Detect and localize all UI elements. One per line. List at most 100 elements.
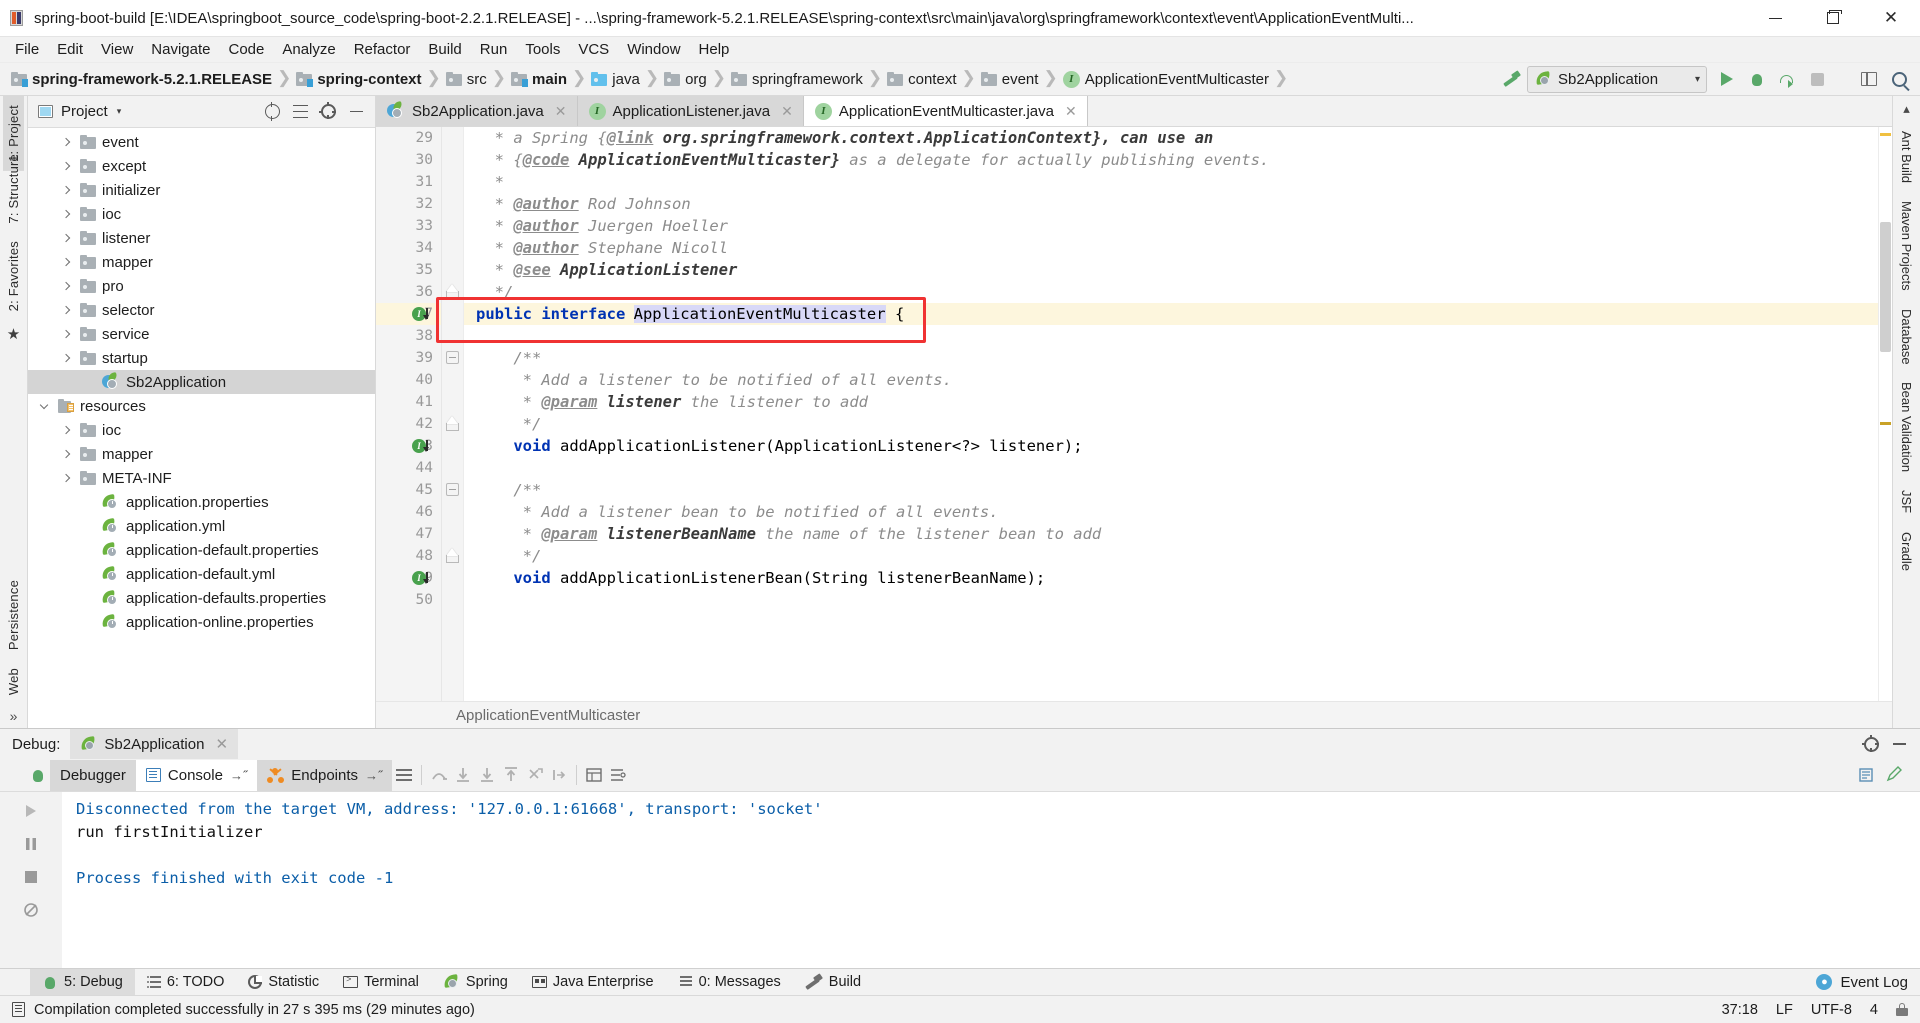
editor-tab-applicationeventmulticaster[interactable]: I ApplicationEventMulticaster.java ✕: [803, 96, 1088, 126]
menu-code[interactable]: Code: [219, 38, 273, 62]
mute-breakpoints-button[interactable]: [16, 895, 46, 925]
fold-slot[interactable]: [442, 193, 463, 215]
code-line[interactable]: /**: [464, 347, 1878, 369]
console-output[interactable]: Disconnected from the target VM, address…: [62, 792, 1920, 968]
caret-position[interactable]: 37:18: [1722, 1002, 1758, 1018]
code-line[interactable]: *: [464, 171, 1878, 193]
breadcrumb-item-9[interactable]: I ApplicationEventMulticaster: [1060, 66, 1272, 92]
fold-slot[interactable]: [442, 215, 463, 237]
gutter-line-number[interactable]: 36: [376, 281, 441, 303]
hide-panel-button[interactable]: [343, 99, 369, 125]
implementation-marker-icon[interactable]: I: [412, 439, 439, 454]
tree-item[interactable]: service: [28, 322, 375, 346]
breadcrumb-item-1[interactable]: spring-context: [293, 66, 424, 92]
step-out-button[interactable]: [499, 763, 523, 787]
chevron-down-icon[interactable]: ▾: [117, 106, 122, 117]
fold-slot[interactable]: [442, 413, 463, 435]
tree-item[interactable]: startup: [28, 346, 375, 370]
run-to-cursor-button[interactable]: [547, 763, 571, 787]
menu-file[interactable]: File: [6, 38, 48, 62]
code-line[interactable]: */: [464, 413, 1878, 435]
gutter-line-number[interactable]: 46: [376, 501, 441, 523]
gutter-line-number[interactable]: 41: [376, 391, 441, 413]
sidebar-item-web[interactable]: Web: [3, 659, 24, 704]
gutter-line-number[interactable]: 49I: [376, 567, 441, 589]
chevron-right-icon[interactable]: [60, 185, 74, 195]
menu-tools[interactable]: Tools: [516, 38, 569, 62]
pause-program-button[interactable]: [16, 829, 46, 859]
fold-slot[interactable]: [442, 171, 463, 193]
tree-item[interactable]: META-INF: [28, 466, 375, 490]
fold-slot[interactable]: [442, 479, 463, 501]
fold-slot[interactable]: [442, 237, 463, 259]
stop-program-button[interactable]: [16, 862, 46, 892]
sidebar-item-favorites[interactable]: 2: Favorites: [3, 232, 24, 320]
fold-slot[interactable]: [442, 259, 463, 281]
code-line[interactable]: void addApplicationListenerBean(String l…: [464, 567, 1878, 589]
fold-slot[interactable]: [442, 347, 463, 369]
evaluate-expression-button[interactable]: [582, 763, 606, 787]
pin-icon[interactable]: →˝: [365, 768, 382, 783]
editor-scrollbar-thumb[interactable]: [1880, 222, 1891, 352]
chevron-right-icon[interactable]: [60, 425, 74, 435]
line-separator[interactable]: LF: [1776, 1002, 1793, 1018]
close-icon[interactable]: ✕: [781, 103, 793, 120]
fold-slot[interactable]: [442, 545, 463, 567]
sidebar-item-database[interactable]: Database: [1896, 300, 1917, 374]
panel-settings-button[interactable]: [315, 99, 341, 125]
menu-navigate[interactable]: Navigate: [142, 38, 219, 62]
fold-slot[interactable]: [442, 457, 463, 479]
fold-slot[interactable]: [442, 589, 463, 611]
drop-frame-button[interactable]: [523, 763, 547, 787]
minimize-button[interactable]: [1746, 0, 1804, 37]
breadcrumb-item-2[interactable]: src: [443, 66, 490, 92]
tree-item[interactable]: event: [28, 130, 375, 154]
gutter-line-number[interactable]: 32: [376, 193, 441, 215]
code-line[interactable]: * a Spring {@link org.springframework.co…: [464, 127, 1878, 149]
tab-messages[interactable]: 0: Messages: [666, 969, 793, 996]
tab-statistic[interactable]: Statistic: [236, 969, 331, 996]
chevron-right-icon[interactable]: [60, 353, 74, 363]
close-icon[interactable]: ✕: [555, 103, 567, 120]
tree-item[interactable]: pro: [28, 274, 375, 298]
fold-slot[interactable]: [442, 435, 463, 457]
gutter-line-number[interactable]: 43I: [376, 435, 441, 457]
debug-settings-button[interactable]: [1858, 731, 1884, 757]
menu-run[interactable]: Run: [471, 38, 517, 62]
breadcrumb-item-6[interactable]: springframework: [728, 66, 866, 92]
code-line[interactable]: * {@code ApplicationEventMulticaster} as…: [464, 149, 1878, 171]
editor-marker-bar[interactable]: [1878, 127, 1892, 701]
stop-button[interactable]: [1802, 65, 1832, 93]
close-button[interactable]: ✕: [1862, 0, 1920, 37]
project-tree[interactable]: event except initializer ioc listener mapper p…: [28, 128, 375, 728]
code-line[interactable]: * Add a listener to be notified of all e…: [464, 369, 1878, 391]
code-line[interactable]: */: [464, 281, 1878, 303]
collapse-all-button[interactable]: [287, 99, 313, 125]
settings-list-button[interactable]: [606, 763, 630, 787]
menu-edit[interactable]: Edit: [48, 38, 92, 62]
sidebar-item-maven[interactable]: Maven Projects: [1896, 192, 1917, 300]
close-icon[interactable]: ✕: [215, 735, 228, 753]
debug-frames-icon[interactable]: [26, 763, 50, 787]
tab-spring[interactable]: Spring: [431, 969, 520, 996]
indent-size[interactable]: 4: [1870, 1002, 1878, 1018]
tab-java-enterprise[interactable]: Java Enterprise: [520, 969, 666, 996]
gutter-line-number[interactable]: 37I: [376, 303, 441, 325]
code-line[interactable]: * @author Juergen Hoeller: [464, 215, 1878, 237]
console-layout-button[interactable]: [392, 763, 416, 787]
sidebar-item-gradle[interactable]: Gradle: [1896, 523, 1917, 580]
chevron-right-icon[interactable]: [60, 281, 74, 291]
breadcrumb-item-0[interactable]: spring-framework-5.2.1.RELEASE: [8, 66, 275, 92]
tree-item[interactable]: application.yml: [28, 514, 375, 538]
tab-terminal[interactable]: Terminal: [331, 969, 431, 996]
fold-slot[interactable]: [442, 303, 463, 325]
tree-item[interactable]: ioc: [28, 202, 375, 226]
strip-expand-icon[interactable]: »: [10, 704, 18, 728]
tree-item[interactable]: resources: [28, 394, 375, 418]
write-lock-icon[interactable]: [1896, 1003, 1908, 1016]
fold-slot[interactable]: [442, 325, 463, 347]
chevron-right-icon[interactable]: [60, 257, 74, 267]
gutter-line-number[interactable]: 34: [376, 237, 441, 259]
tree-item[interactable]: ioc: [28, 418, 375, 442]
code-line[interactable]: [464, 457, 1878, 479]
